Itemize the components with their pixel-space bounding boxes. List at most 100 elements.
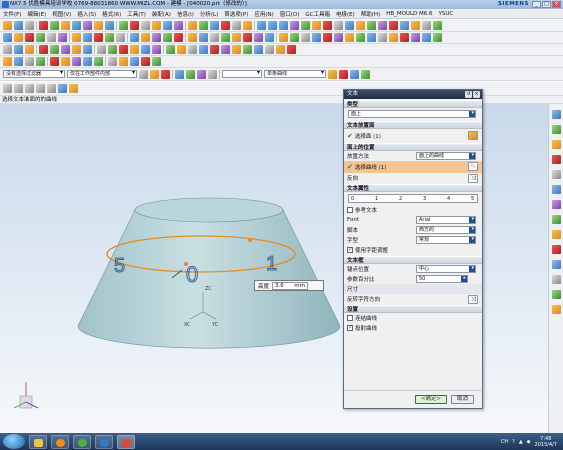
roles-icon[interactable] [232,45,241,54]
part-nav-tab-icon[interactable] [551,140,561,149]
datum-plane-icon[interactable] [3,45,12,54]
cube-view-icon[interactable] [69,84,78,93]
undo-icon[interactable] [39,21,48,30]
scope-select[interactable]: 仅在工作部件内部 [67,70,137,78]
synchronous-icon[interactable] [97,45,106,54]
menu-format[interactable]: 格式(R) [102,10,121,18]
settings-icon[interactable] [334,21,343,30]
datum-csys-icon[interactable] [25,45,34,54]
reference-text-checkbox[interactable] [347,207,353,213]
polyline-icon[interactable] [47,84,56,93]
view-front-icon[interactable] [257,21,266,30]
redo-icon[interactable] [50,21,59,30]
connect-row[interactable]: 连结曲线 [344,313,482,323]
maximize-button[interactable]: □ [542,1,551,8]
section-icon[interactable] [400,21,409,30]
snap-control-icon[interactable] [197,69,206,79]
delete-face-icon[interactable] [243,33,252,42]
hidden-edges-icon[interactable] [25,57,34,66]
hide-icon[interactable] [411,21,420,30]
roles-tab-icon[interactable] [551,260,561,269]
menu-help[interactable]: 帮助(H) [361,10,380,18]
taskbar-browser[interactable] [73,434,91,449]
join-curve-icon[interactable] [116,33,125,42]
palette-tab-icon[interactable] [551,290,561,299]
connect-checkbox[interactable] [347,315,353,321]
reverse-direction-icon[interactable]: ⤨ [468,174,478,183]
circle-icon[interactable] [36,33,45,42]
resize-blend-icon[interactable] [254,33,263,42]
shading-icon[interactable] [290,21,299,30]
cancel-button[interactable]: 取消 [450,395,474,404]
pan-icon[interactable] [378,21,387,30]
zoom-icon[interactable] [356,21,365,30]
menu-ysuc[interactable]: YSUC [439,11,454,17]
move-object-icon[interactable] [141,57,150,66]
wcs-icon[interactable] [433,21,442,30]
cavity-icon[interactable] [312,33,321,42]
group-face-icon[interactable] [108,45,117,54]
constraint-nav-tab-icon[interactable] [551,125,561,134]
menu-view[interactable]: 视图(V) [52,10,71,18]
menu-info[interactable]: 信息(I) [177,10,194,18]
edge-blend-icon[interactable] [39,45,48,54]
reverse-char-icon[interactable]: ⤨ [468,295,478,304]
selection-filter-select[interactable]: 没有选择过滤器 [3,70,65,78]
offset-face-icon[interactable] [210,21,219,30]
view-iso-icon[interactable] [279,21,288,30]
web-browser-icon[interactable] [221,45,230,54]
trim-sheet-icon[interactable] [188,33,197,42]
snap-midpoint-icon[interactable] [61,57,70,66]
view-top-icon[interactable] [268,21,277,30]
menu-tools[interactable]: 工具(T) [127,10,146,18]
text-scale-ruler[interactable]: 0 1 2 3 4 5 [348,194,478,203]
section-text-props[interactable]: 文本属性 [344,184,482,192]
arc-icon[interactable] [25,33,34,42]
parting-tool-icon[interactable] [301,33,310,42]
lifter-icon[interactable] [378,33,387,42]
text-icon[interactable] [72,33,81,42]
unblank-icon[interactable] [130,57,139,66]
snap-intersection-icon[interactable] [94,57,103,66]
subtract-icon[interactable] [130,21,139,30]
line-tool-icon[interactable] [3,84,12,93]
deselect-icon[interactable] [150,69,159,79]
electrode-tool-icon[interactable] [290,33,299,42]
shaded-edges-icon[interactable] [14,57,23,66]
show-icon[interactable] [422,21,431,30]
project-row[interactable]: 投射曲线 [344,323,482,333]
journal-icon[interactable] [287,45,296,54]
tray-help-icon[interactable]: ? [512,439,515,445]
transform-icon[interactable] [152,57,161,66]
menu-electrode[interactable]: 电极(E) [336,10,355,18]
dialog-close-button[interactable]: × [473,91,480,98]
menu-edit[interactable]: 编辑(E) [27,10,46,18]
offset-region-icon[interactable] [130,45,139,54]
snap-toggle-icon[interactable] [175,69,184,79]
standard-part-icon[interactable] [422,33,431,42]
layer-icon[interactable] [301,21,310,30]
project-checkbox[interactable] [347,324,353,331]
curve-select-row[interactable]: ✔ 选择曲线 (1) ∿ [344,161,482,173]
web-tab-icon[interactable] [551,185,561,194]
follow-fillet-icon[interactable] [328,69,337,79]
menu-insert[interactable]: 插入(S) [77,10,96,18]
swept-icon[interactable] [141,33,150,42]
language-indicator[interactable]: CH [501,439,508,445]
reuse-library-icon[interactable] [254,45,263,54]
macro-icon[interactable] [276,45,285,54]
pattern-icon[interactable] [243,21,252,30]
arc-tool-icon[interactable] [14,84,23,93]
open-file-icon[interactable] [14,21,23,30]
extend-sheet-icon[interactable] [199,33,208,42]
start-button[interactable] [3,434,25,449]
history-icon[interactable] [199,45,208,54]
revolve-icon[interactable] [83,21,92,30]
section-type[interactable]: 类型 [344,100,482,108]
chamfer-icon[interactable] [163,21,172,30]
curve-rule-select[interactable]: 单条曲线 [264,70,326,78]
cooling-icon[interactable] [345,33,354,42]
circle-tool-icon[interactable] [25,84,34,93]
extrude-icon[interactable] [72,21,81,30]
slider-icon[interactable] [367,33,376,42]
